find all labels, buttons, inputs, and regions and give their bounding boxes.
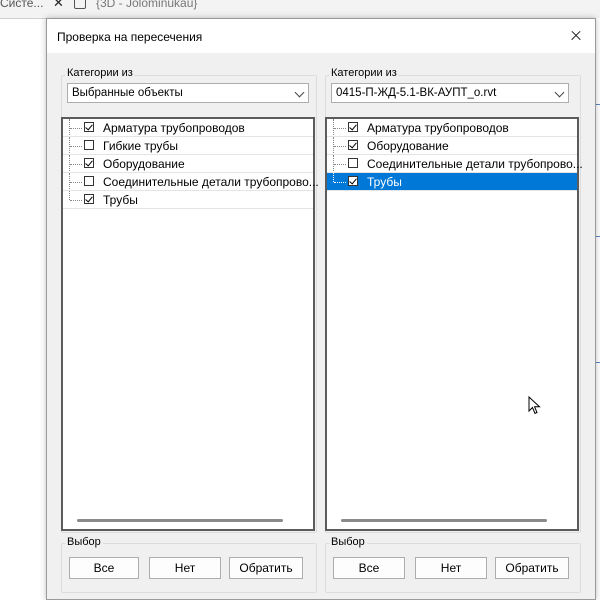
right-invert-button[interactable]: Обратить bbox=[495, 557, 569, 579]
horizontal-scrollbar[interactable] bbox=[77, 519, 283, 522]
right-selection-label: Выбор bbox=[329, 536, 367, 548]
category-checkbox[interactable] bbox=[348, 158, 358, 168]
tree-connector bbox=[70, 200, 82, 201]
category-checkbox[interactable] bbox=[84, 194, 94, 204]
view-icon bbox=[74, 0, 86, 9]
clash-check-dialog: Проверка на пересечения Категории из Выб… bbox=[46, 18, 596, 600]
tree-connector bbox=[70, 128, 82, 129]
category-checkbox[interactable] bbox=[84, 176, 94, 186]
close-icon[interactable] bbox=[565, 25, 587, 47]
category-checkbox[interactable] bbox=[84, 122, 94, 132]
category-checkbox[interactable] bbox=[348, 140, 358, 150]
tree-row[interactable]: Оборудование bbox=[63, 155, 313, 173]
category-checkbox[interactable] bbox=[348, 176, 358, 186]
background-tab-title[interactable]: Систе... bbox=[0, 0, 43, 10]
category-label: Оборудование bbox=[103, 157, 185, 171]
chevron-down-icon bbox=[554, 87, 565, 98]
category-checkbox[interactable] bbox=[348, 122, 358, 132]
tree-connector bbox=[334, 146, 346, 147]
category-label: Соединительные детали трубопрово... bbox=[367, 157, 583, 171]
right-category-tree[interactable]: Арматура трубопроводов Оборудование Соедин… bbox=[325, 117, 583, 531]
category-label: Трубы bbox=[103, 193, 138, 207]
right-categories-label: Категории из bbox=[329, 67, 399, 79]
tree-connector bbox=[334, 182, 346, 183]
tree-connector bbox=[69, 191, 70, 200]
horizontal-scrollbar[interactable] bbox=[341, 519, 547, 522]
tree-row[interactable]: Арматура трубопроводов bbox=[327, 119, 577, 137]
category-label: Арматура трубопроводов bbox=[103, 121, 245, 135]
tree-row[interactable]: Арматура трубопроводов bbox=[63, 119, 313, 137]
category-checkbox[interactable] bbox=[84, 140, 94, 150]
background-tab2-title[interactable]: {3D - Jolominukau} bbox=[96, 0, 197, 10]
right-source-dropdown[interactable]: 0415-П-ЖД-5.1-ВК-АУПТ_о.rvt bbox=[331, 83, 569, 103]
tree-connector bbox=[70, 164, 82, 165]
left-invert-button[interactable]: Обратить bbox=[229, 557, 303, 579]
tree-connector bbox=[70, 182, 82, 183]
category-label: Трубы bbox=[367, 175, 402, 189]
right-source-value: 0415-П-ЖД-5.1-ВК-АУПТ_о.rvt bbox=[336, 87, 497, 99]
tree-connector bbox=[334, 164, 346, 165]
row-separator bbox=[63, 208, 313, 209]
left-categories-label: Категории из bbox=[65, 67, 135, 79]
tree-row[interactable]: Трубы bbox=[327, 173, 577, 191]
dialog-titlebar[interactable]: Проверка на пересечения bbox=[47, 19, 595, 53]
tree-connector bbox=[334, 128, 346, 129]
tree-row[interactable]: Гибкие трубы bbox=[63, 137, 313, 155]
right-select-all-button[interactable]: Все bbox=[333, 557, 405, 579]
tree-row[interactable]: Трубы bbox=[63, 191, 313, 209]
dialog-title: Проверка на пересечения bbox=[57, 30, 203, 44]
category-checkbox[interactable] bbox=[84, 158, 94, 168]
left-select-none-button[interactable]: Нет bbox=[149, 557, 221, 579]
tree-row[interactable]: Оборудование bbox=[327, 137, 577, 155]
left-select-all-button[interactable]: Все bbox=[69, 557, 139, 579]
left-category-tree[interactable]: Арматура трубопроводов Гибкие трубы Оборуд… bbox=[61, 117, 319, 531]
tree-row[interactable]: Соединительные детали трубопрово... bbox=[63, 173, 319, 191]
background-tab-close-icon[interactable]: ✕ bbox=[53, 0, 64, 11]
category-label: Оборудование bbox=[367, 139, 449, 153]
mouse-pointer-icon bbox=[528, 396, 541, 415]
left-source-dropdown[interactable]: Выбранные объекты bbox=[67, 83, 309, 103]
chevron-down-icon bbox=[294, 87, 305, 98]
category-label: Арматура трубопроводов bbox=[367, 121, 509, 135]
right-select-none-button[interactable]: Нет bbox=[415, 557, 487, 579]
category-label: Гибкие трубы bbox=[103, 139, 179, 153]
background-tab-strip: Систе... ✕ {3D - Jolominukau} bbox=[0, 0, 600, 19]
tree-row[interactable]: Соединительные детали трубопрово... bbox=[327, 155, 583, 173]
left-source-value: Выбранные объекты bbox=[72, 87, 183, 99]
tree-connector bbox=[333, 173, 334, 182]
left-selection-label: Выбор bbox=[65, 536, 103, 548]
row-separator bbox=[327, 190, 577, 191]
category-label: Соединительные детали трубопрово... bbox=[103, 175, 319, 189]
tree-connector bbox=[70, 146, 82, 147]
